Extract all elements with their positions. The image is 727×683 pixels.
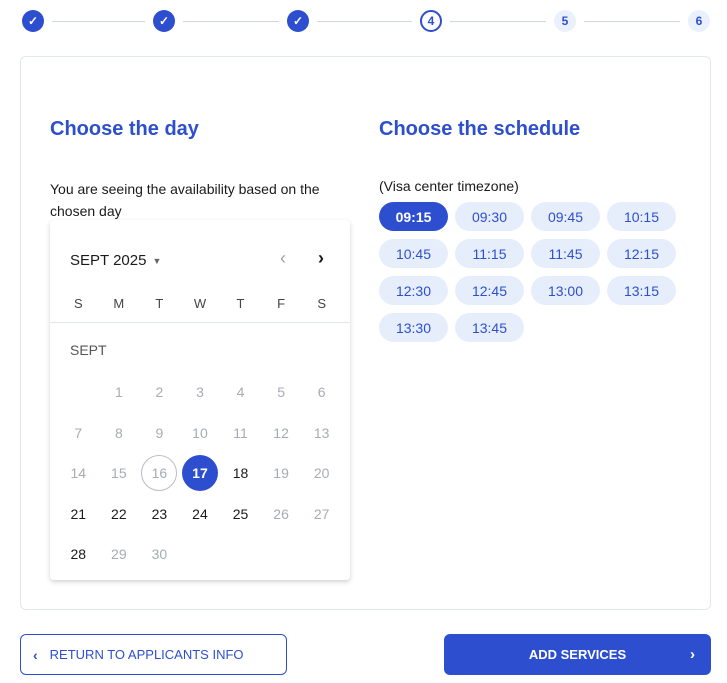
- calendar-day-14: 14: [70, 465, 87, 482]
- calendar-day-25[interactable]: 25: [220, 496, 261, 532]
- calendar-week: 1 2 3 4 5 6: [58, 372, 342, 413]
- calendar-divider: [50, 322, 350, 323]
- choose-schedule-title: Choose the schedule: [379, 118, 581, 140]
- month-selector[interactable]: SEPT 2025 ▼: [70, 252, 161, 269]
- calendar-week: 28 29 30: [58, 534, 342, 575]
- calendar-day-5: 5: [277, 384, 285, 401]
- time-slot-list: 09:15 09:30 09:45 10:15 10:45 11:15 11:45 12:15…: [379, 202, 699, 342]
- next-month-icon[interactable]: ›: [318, 248, 324, 269]
- calendar-day-18[interactable]: 18: [220, 455, 261, 491]
- weekday-label: F: [277, 296, 286, 311]
- weekday-label: W: [193, 296, 207, 311]
- step-5: 5: [554, 10, 576, 32]
- step-4: 4: [420, 10, 442, 32]
- calendar-empty-cell: [220, 536, 261, 572]
- calendar-day-28[interactable]: 28: [58, 536, 99, 572]
- calendar-day-12: 12: [273, 424, 289, 441]
- weekday-header: SMTWTFS: [58, 296, 342, 311]
- calendar-day-19: 19: [273, 465, 289, 482]
- calendar-day-10: 10: [192, 424, 208, 441]
- calendar-day-1: 1: [114, 384, 123, 401]
- stepper-connector: [52, 21, 145, 22]
- return-to-applicants-button[interactable]: ‹ RETURN TO APPLICANTS INFO: [20, 634, 287, 675]
- time-slot-1145[interactable]: 11:45: [531, 239, 600, 268]
- time-slot-1230[interactable]: 12:30: [379, 276, 448, 305]
- add-services-label: ADD SERVICES: [528, 647, 627, 662]
- calendar-day-4: 4: [236, 384, 245, 401]
- progress-stepper: ✓ ✓ ✓ 4 5 6: [0, 0, 727, 46]
- calendar-day-17[interactable]: 17: [180, 455, 221, 492]
- calendar-day-16: 16: [139, 455, 180, 492]
- return-button-label: RETURN TO APPLICANTS INFO: [49, 647, 244, 662]
- chevron-right-icon: ›: [690, 646, 695, 663]
- time-slot-1045[interactable]: 10:45: [379, 239, 448, 268]
- prev-month-icon[interactable]: ‹: [280, 248, 286, 269]
- weekday-label: S: [317, 296, 326, 311]
- month-label: SEPT 2025: [70, 252, 147, 269]
- time-slot-1345[interactable]: 13:45: [455, 313, 524, 342]
- calendar-day-13: 13: [313, 424, 330, 441]
- weekday-label: S: [73, 296, 83, 311]
- caret-down-icon: ▼: [152, 255, 162, 266]
- add-services-button[interactable]: ADD SERVICES ›: [444, 634, 711, 675]
- calendar-day-22[interactable]: 22: [99, 496, 140, 532]
- calendar-day-15: 15: [111, 465, 127, 482]
- time-slot-0930[interactable]: 09:30: [455, 202, 524, 231]
- calendar-empty-cell: [180, 536, 221, 572]
- calendar-month-short: SEPT: [70, 342, 107, 358]
- time-slot-1015[interactable]: 10:15: [607, 202, 676, 231]
- stepper-connector: [317, 21, 412, 22]
- time-slot-0945[interactable]: 09:45: [531, 202, 600, 231]
- calendar-day-26: 26: [273, 505, 289, 522]
- calendar-day-9: 9: [155, 424, 164, 441]
- weekday-label: M: [113, 296, 125, 311]
- calendar-day-6: 6: [317, 384, 326, 401]
- time-slot-1215[interactable]: 12:15: [607, 239, 676, 268]
- calendar-day-30: 30: [151, 546, 168, 563]
- calendar-day-11: 11: [233, 424, 248, 441]
- calendar-day-29: 29: [111, 546, 127, 563]
- calendar-empty-cell: [58, 374, 99, 410]
- calendar-day-23[interactable]: 23: [139, 496, 180, 532]
- stepper-connector: [584, 21, 680, 22]
- weekday-label: T: [236, 296, 245, 311]
- choose-day-title: Choose the day: [50, 118, 199, 140]
- stepper-connector: [450, 21, 546, 22]
- calendar-empty-cell: [261, 536, 302, 572]
- calendar-day-24[interactable]: 24: [180, 496, 221, 532]
- step-check-icon: ✓: [22, 10, 44, 32]
- calendar-grid: 1 2 3 4 5 6 7 8 9 10 11 12 13 14 15 16 17 18 19 20 21 22 23 24 2…: [58, 372, 342, 575]
- step-check-icon: ✓: [153, 10, 175, 32]
- calendar-day-20: 20: [313, 465, 330, 482]
- chevron-left-icon: ‹: [33, 646, 38, 663]
- calendar-week: 7 8 9 10 11 12 13: [58, 413, 342, 454]
- time-slot-1115[interactable]: 11:15: [455, 239, 524, 268]
- calendar-week: 21 22 23 24 25 26 27: [58, 494, 342, 535]
- calendar-day-2: 2: [155, 384, 164, 401]
- step-check-icon: ✓: [287, 10, 309, 32]
- availability-description: You are seeing the availability based on…: [50, 181, 320, 219]
- time-slot-1245[interactable]: 12:45: [455, 276, 524, 305]
- time-slot-1330[interactable]: 13:30: [379, 313, 448, 342]
- calendar-week: 14 15 16 17 18 19 20: [58, 453, 342, 494]
- calendar: SEPT 2025 ▼ ‹ › SMTWTFS SEPT 1 2 3 4 5 6 7 8 9 10…: [50, 220, 350, 580]
- calendar-day-3: 3: [196, 384, 204, 401]
- calendar-empty-cell: [301, 536, 342, 572]
- time-slot-0915[interactable]: 09:15: [379, 202, 448, 231]
- time-slot-1300[interactable]: 13:00: [531, 276, 600, 305]
- calendar-day-8: 8: [114, 424, 123, 441]
- timezone-note: (Visa center timezone): [379, 178, 519, 194]
- step-6: 6: [688, 10, 710, 32]
- calendar-day-27: 27: [313, 505, 330, 522]
- weekday-label: T: [155, 296, 164, 311]
- calendar-day-7: 7: [74, 424, 83, 441]
- time-slot-1315[interactable]: 13:15: [607, 276, 676, 305]
- calendar-day-21[interactable]: 21: [58, 496, 99, 532]
- stepper-connector: [183, 21, 279, 22]
